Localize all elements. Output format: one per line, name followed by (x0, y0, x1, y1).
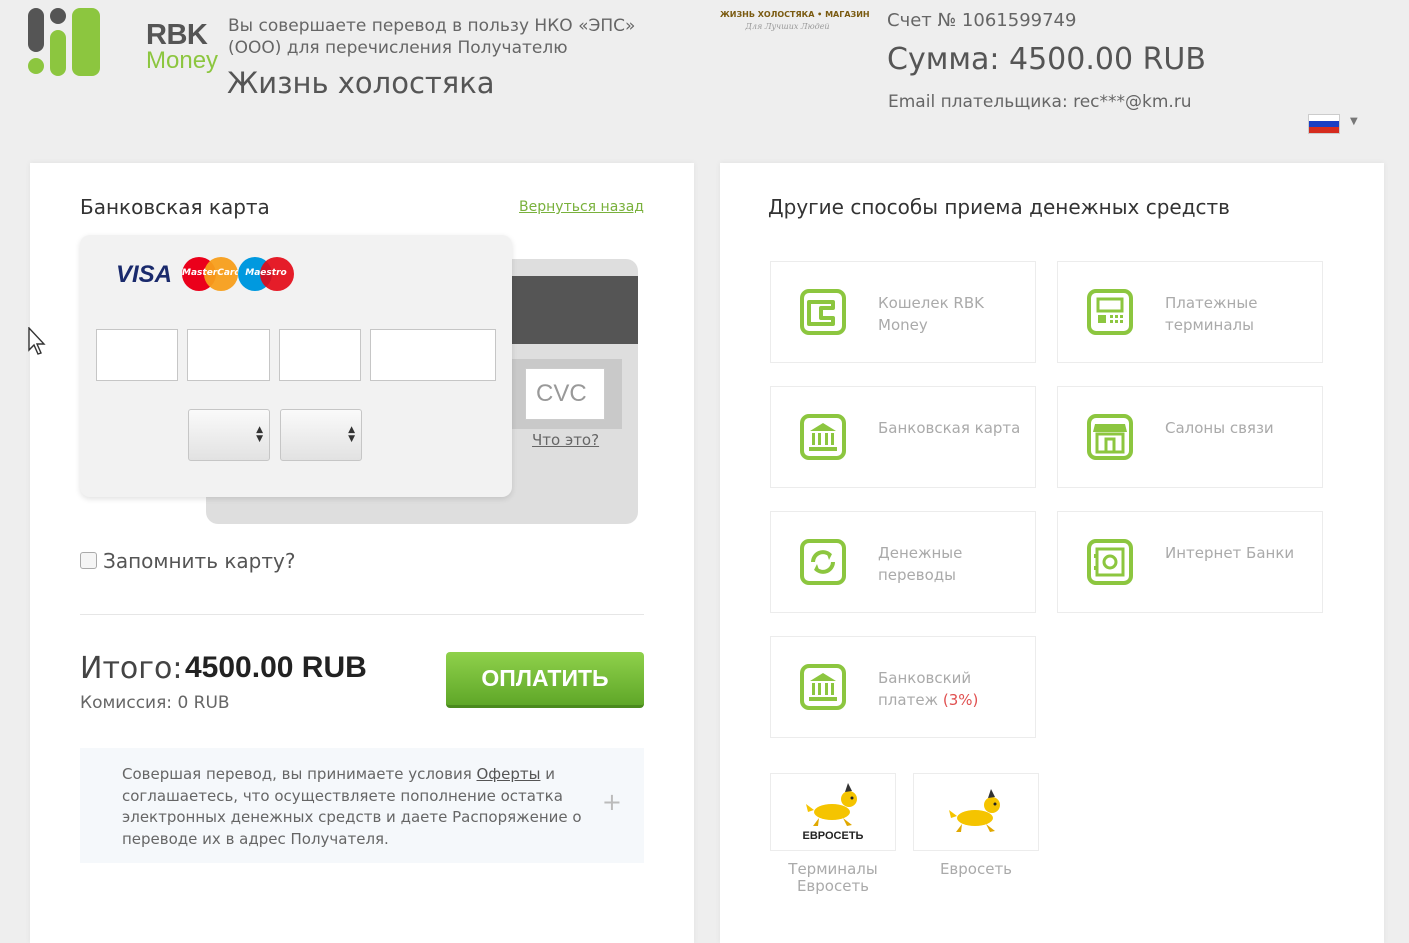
logo-text-rbk: RBK (146, 19, 208, 51)
method-payment-terminals[interactable]: Платежные терминалы (1057, 261, 1323, 363)
total-value: 4500.00 RUB (185, 651, 367, 684)
card-form-title: Банковская карта (80, 195, 270, 219)
merchant-logo-line1: ЖИЗНЬ ХОЛОСТЯКА • МАГАЗИН (720, 10, 870, 19)
bank-icon (800, 664, 846, 710)
method-bank-card[interactable]: Банковская карта (770, 386, 1036, 488)
euroset-label: Евросеть (939, 860, 1013, 878)
payment-description: Вы совершаете перевод в пользу НКО «ЭПС»… (228, 16, 636, 58)
method-money-transfers[interactable]: Денежные переводы (770, 511, 1036, 613)
euroset-dog-icon (949, 789, 1000, 832)
method-rbk-wallet[interactable]: Кошелек RBK Money (770, 261, 1036, 363)
merchant-logo: ЖИЗНЬ ХОЛОСТЯКА • МАГАЗИН Для Лучших Люд… (720, 10, 870, 44)
maestro-text: Maestro (245, 268, 287, 278)
card-number-field-3[interactable] (279, 329, 361, 381)
method-internet-banks[interactable]: Интернет Банки (1057, 511, 1323, 613)
terms-box: Совершая перевод, вы принимаете условия … (80, 748, 644, 863)
divider (80, 614, 644, 615)
card-number-field-4[interactable] (370, 329, 496, 381)
remember-card-checkbox[interactable]: Запомнить карту? (80, 549, 295, 573)
select-arrows-icon: ▲ ▼ (348, 425, 355, 444)
method-bank-payment[interactable]: Банковский платеж (3%) (770, 636, 1036, 738)
euroset-tile[interactable] (913, 773, 1039, 851)
chevron-down-icon: ▼ (1350, 116, 1358, 127)
euroset-logo-text: ЕВРОСЕТЬ (802, 830, 864, 842)
store-icon (1087, 414, 1133, 460)
merchant-logo-line2: Для Лучших Людей (745, 22, 830, 31)
pay-button[interactable]: ОПЛАТИТЬ (446, 652, 644, 708)
expand-terms-icon[interactable]: + (602, 788, 622, 816)
account-number: Счет № 1061599749 (887, 10, 1077, 31)
mastercard-logo: MasterCard (182, 257, 241, 291)
method-label: Салоны связи (1165, 419, 1274, 437)
checkbox-icon (80, 552, 97, 569)
commission: Комиссия: 0 RUB (80, 693, 230, 713)
cvc-input[interactable]: CVC (525, 368, 605, 420)
method-label: Банковская карта (878, 419, 1021, 437)
card-number-field-2[interactable] (187, 329, 270, 381)
visa-logo: VISA (116, 261, 173, 288)
other-methods-panel: Другие способы приема денежных средств К… (720, 163, 1384, 943)
back-link[interactable]: Вернуться назад (519, 199, 644, 215)
logo-text-money: Money (146, 47, 219, 74)
method-label: Интернет Банки (1165, 544, 1295, 562)
other-methods-title: Другие способы приема денежных средств (768, 195, 1230, 219)
terminal-icon (1087, 289, 1133, 335)
wallet-icon (800, 289, 846, 335)
payer-email: Email плательщика: rec***@km.ru (888, 92, 1192, 112)
card-front: VISA MasterCard Maestro ▲ ▼ ▲ ▼ (80, 235, 512, 497)
method-label: Платежные терминалы (1165, 294, 1258, 334)
euroset-terminals-label: Терминалы Евросеть (788, 860, 878, 895)
commission-percent: (3%) (942, 691, 979, 709)
card-number-field-1[interactable] (96, 329, 178, 381)
method-label: Кошелек RBK Money (878, 294, 984, 334)
terms-text: Совершая перевод, вы принимаете условия … (122, 764, 592, 850)
card-payment-panel: Банковская карта Вернуться назад CVC Что… (30, 163, 694, 943)
payment-sum: Сумма: 4500.00 RUB (887, 42, 1206, 77)
merchant-name: Жизнь холостяка (227, 66, 495, 100)
mastercard-text: MasterCard (182, 268, 241, 278)
mouse-cursor-icon (28, 327, 46, 355)
offer-link[interactable]: Оферты (477, 765, 541, 783)
russia-flag-icon (1308, 114, 1340, 134)
language-selector[interactable]: ▼ (1308, 114, 1368, 134)
terms-text-start: Совершая перевод, вы принимаете условия (122, 765, 477, 783)
expiry-year-select[interactable]: ▲ ▼ (280, 409, 362, 461)
method-label: Банковский платеж (3%) (878, 667, 1028, 711)
select-arrows-icon: ▲ ▼ (256, 425, 263, 444)
expiry-month-select[interactable]: ▲ ▼ (188, 409, 270, 461)
safe-icon (1087, 539, 1133, 585)
method-label: Денежные переводы (878, 544, 963, 584)
euroset-dog-icon (806, 783, 857, 826)
transfer-icon (800, 539, 846, 585)
euroset-terminals-tile[interactable]: ЕВРОСЕТЬ (770, 773, 896, 851)
total-label: Итого: (80, 651, 183, 686)
bank-icon (800, 414, 846, 460)
rbk-money-logo: RBK Money (28, 8, 218, 80)
cvc-help-link[interactable]: Что это? (532, 431, 599, 449)
method-retail-stores[interactable]: Салоны связи (1057, 386, 1323, 488)
remember-card-label: Запомнить карту? (103, 549, 296, 573)
maestro-logo: Maestro (238, 257, 294, 291)
